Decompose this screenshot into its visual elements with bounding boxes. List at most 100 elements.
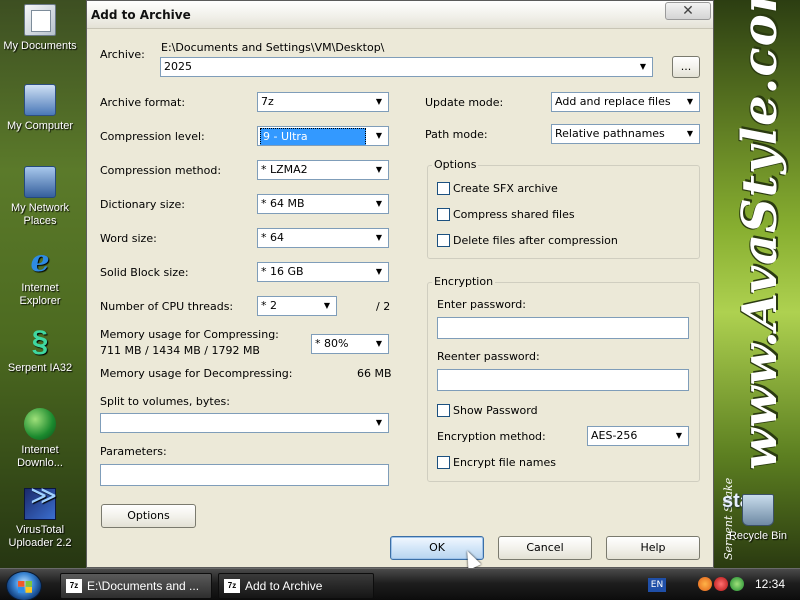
desktop-icon-my-computer[interactable]: My Computer <box>0 84 80 133</box>
update-mode-label: Update mode: <box>425 96 504 109</box>
cpu-threads-max: / 2 <box>376 300 391 313</box>
create-sfx-label: Create SFX archive <box>453 182 558 195</box>
dictionary-size-value: * 64 MB <box>261 197 305 210</box>
desktop-icon-label: VirusTotal Uploader 2.2 <box>8 524 72 549</box>
chevron-down-icon[interactable]: ▼ <box>371 94 387 110</box>
archive-path: E:\Documents and Settings\VM\Desktop\ <box>161 41 385 54</box>
chevron-down-icon[interactable]: ▼ <box>371 196 387 212</box>
chevron-down-icon[interactable]: ▼ <box>319 298 335 314</box>
path-mode-label: Path mode: <box>425 128 488 141</box>
chevron-down-icon[interactable]: ▼ <box>682 94 698 110</box>
cpu-threads-label: Number of CPU threads: <box>100 300 234 313</box>
archive-name-combo[interactable]: 2025 ▼ <box>160 57 653 77</box>
split-volumes-combo[interactable]: ▼ <box>100 413 389 433</box>
encryption-group-title: Encryption <box>432 275 496 288</box>
chevron-down-icon[interactable]: ▼ <box>371 264 387 280</box>
enter-password-input[interactable] <box>437 317 689 339</box>
documents-icon <box>24 4 56 36</box>
chevron-down-icon[interactable]: ▼ <box>371 230 387 246</box>
computer-icon <box>24 84 56 116</box>
taskbar-button-explorer[interactable]: 7z E:\Documents and ... <box>60 573 212 599</box>
update-mode-select[interactable]: Add and replace files ▼ <box>551 92 700 112</box>
cpu-threads-select[interactable]: * 2 ▼ <box>257 296 337 316</box>
desktop-icon-internet-download[interactable]: Internet Downlo... <box>0 408 80 470</box>
chevron-down-icon[interactable]: ▼ <box>371 128 387 144</box>
tray-app-icon[interactable] <box>714 577 728 591</box>
delete-after-checkbox[interactable] <box>437 234 450 247</box>
browse-button[interactable]: ... <box>672 56 700 78</box>
create-sfx-checkbox[interactable] <box>437 182 450 195</box>
path-mode-select[interactable]: Relative pathnames ▼ <box>551 124 700 144</box>
compression-method-select[interactable]: * LZMA2 ▼ <box>257 160 389 180</box>
dictionary-size-select[interactable]: * 64 MB ▼ <box>257 194 389 214</box>
desktop-icon-recycle-bin[interactable]: Recycle Bin <box>718 494 798 543</box>
encryption-method-value: AES-256 <box>591 429 638 442</box>
reenter-password-input[interactable] <box>437 369 689 391</box>
chevron-down-icon[interactable]: ▼ <box>682 126 698 142</box>
mem-decompress-value: 66 MB <box>357 367 392 380</box>
network-tray-icon[interactable] <box>730 577 744 591</box>
chevron-down-icon[interactable]: ▼ <box>371 336 387 352</box>
cancel-button-label: Cancel <box>526 541 564 554</box>
word-size-select[interactable]: * 64 ▼ <box>257 228 389 248</box>
clock[interactable]: 12:34 <box>755 577 785 591</box>
desktop-watermark: www.AvaStyle.com <box>732 0 788 470</box>
split-volumes-label: Split to volumes, bytes: <box>100 395 230 408</box>
word-size-label: Word size: <box>100 232 157 245</box>
sevenzip-icon: 7z <box>66 579 82 593</box>
solid-block-label: Solid Block size: <box>100 266 189 279</box>
mem-compress-percent-value: * 80% <box>315 337 349 350</box>
mem-compress-label: Memory usage for Compressing: <box>100 328 279 341</box>
close-button[interactable]: ✕ <box>665 2 711 20</box>
taskbar: 7z E:\Documents and ... 7z Add to Archiv… <box>0 568 800 600</box>
encrypt-names-label: Encrypt file names <box>453 456 556 469</box>
word-size-value: * 64 <box>261 231 284 244</box>
help-button[interactable]: Help <box>606 536 700 560</box>
solid-block-select[interactable]: * 16 GB ▼ <box>257 262 389 282</box>
dialog-title: Add to Archive <box>91 8 191 22</box>
encrypt-names-checkbox[interactable] <box>437 456 450 469</box>
desktop-icon-my-documents[interactable]: My Documents <box>0 4 80 53</box>
path-mode-value: Relative pathnames <box>555 127 665 140</box>
mem-compress-values: 711 MB / 1434 MB / 1792 MB <box>100 344 260 357</box>
compress-shared-checkbox[interactable] <box>437 208 450 221</box>
serpent-icon: § <box>31 325 49 358</box>
desktop-icon-serpent[interactable]: § Serpent IA32 <box>0 326 80 375</box>
chevron-down-icon[interactable]: ▼ <box>671 428 687 444</box>
dialog-titlebar[interactable]: Add to Archive ✕ <box>87 1 713 29</box>
mem-compress-percent-select[interactable]: * 80% ▼ <box>311 334 389 354</box>
parameters-input[interactable] <box>100 464 389 486</box>
delete-after-label: Delete files after compression <box>453 234 618 247</box>
desktop-icon-label: Internet Downlo... <box>17 444 63 469</box>
archive-format-select[interactable]: 7z ▼ <box>257 92 389 112</box>
chevron-down-icon[interactable]: ▼ <box>635 59 651 75</box>
cpu-threads-value: * 2 <box>261 299 277 312</box>
search-icon[interactable] <box>698 577 712 591</box>
solid-block-value: * 16 GB <box>261 265 304 278</box>
desktop-icon-internet-explorer[interactable]: e Internet Explorer <box>0 246 80 308</box>
taskbar-button-label: E:\Documents and ... <box>87 579 200 593</box>
compression-method-label: Compression method: <box>100 164 222 177</box>
options-button[interactable]: Options <box>101 504 196 528</box>
start-button[interactable] <box>6 571 42 600</box>
desktop-icon-virustotal[interactable]: VirusTotal Uploader 2.2 <box>0 488 80 550</box>
help-button-label: Help <box>640 541 666 554</box>
show-password-checkbox[interactable] <box>437 404 450 417</box>
taskbar-button-add-to-archive[interactable]: 7z Add to Archive <box>218 573 374 599</box>
archive-label: Archive: <box>100 48 145 61</box>
browse-button-label: ... <box>680 60 692 73</box>
compression-level-select[interactable]: 9 - Ultra ▼ <box>257 126 389 146</box>
language-indicator[interactable]: EN <box>648 578 666 592</box>
update-mode-value: Add and replace files <box>555 95 671 108</box>
archive-name-value: 2025 <box>164 60 192 73</box>
internet-explorer-icon: e <box>30 244 50 279</box>
desktop-icon-network-places[interactable]: My Network Places <box>0 166 80 228</box>
chevron-down-icon[interactable]: ▼ <box>371 415 387 431</box>
cancel-button[interactable]: Cancel <box>498 536 592 560</box>
encryption-method-select[interactable]: AES-256 ▼ <box>587 426 689 446</box>
enter-password-label: Enter password: <box>437 298 526 311</box>
virustotal-icon <box>24 488 57 520</box>
parameters-label: Parameters: <box>100 445 167 458</box>
desktop-icon-label: My Documents <box>3 40 77 52</box>
chevron-down-icon[interactable]: ▼ <box>371 162 387 178</box>
